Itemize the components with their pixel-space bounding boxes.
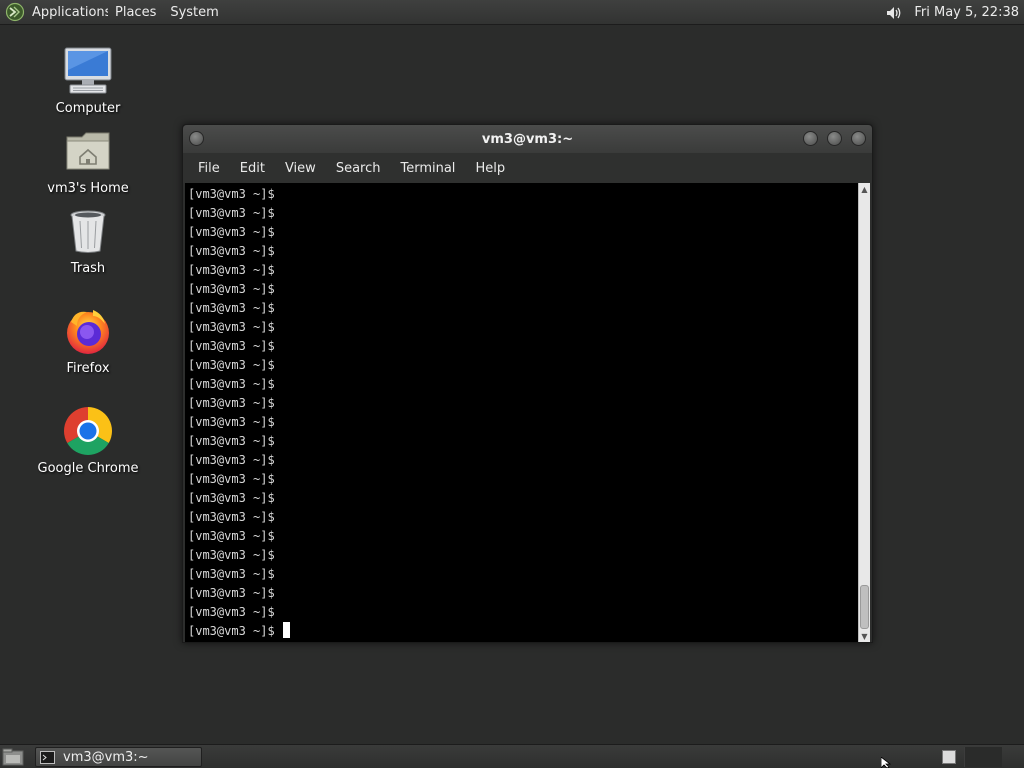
desktop-icon-label: Computer xyxy=(55,101,121,116)
home-folder-icon xyxy=(61,124,115,178)
terminal-prompt: [vm3@vm3 ~]$ xyxy=(188,624,275,638)
applications-menu[interactable]: Applications xyxy=(30,0,108,25)
window-title: vm3@vm3:~ xyxy=(481,131,574,147)
maximize-button[interactable] xyxy=(827,131,842,146)
terminal-line: [vm3@vm3 ~]$ xyxy=(188,605,275,619)
desktop-icon-label: Google Chrome xyxy=(37,461,139,476)
scroll-thumb[interactable] xyxy=(860,585,869,629)
desktop-icon-label: Trash xyxy=(70,261,106,276)
terminal-scrollbar[interactable]: ▲ ▼ xyxy=(858,183,870,642)
terminal-line: [vm3@vm3 ~]$ xyxy=(188,586,275,600)
desktop-icon-chrome[interactable]: Google Chrome xyxy=(28,404,148,476)
workspace-switcher-1[interactable] xyxy=(934,747,964,767)
desktop-icon-computer[interactable]: Computer xyxy=(28,44,148,116)
menu-file[interactable]: File xyxy=(188,161,230,176)
places-menu[interactable]: Places xyxy=(108,0,163,25)
computer-icon xyxy=(61,44,115,98)
terminal-window: vm3@vm3:~ File Edit View Search Terminal… xyxy=(182,124,873,643)
mouse-pointer-icon xyxy=(881,757,891,768)
menu-terminal[interactable]: Terminal xyxy=(390,161,465,176)
taskbar-button-label: vm3@vm3:~ xyxy=(63,749,149,765)
terminal-icon xyxy=(40,750,55,764)
menu-search[interactable]: Search xyxy=(326,161,391,176)
scroll-down-arrow-icon[interactable]: ▼ xyxy=(859,630,870,642)
terminal-line: [vm3@vm3 ~]$ xyxy=(188,225,275,239)
menu-view[interactable]: View xyxy=(275,161,326,176)
terminal-line: [vm3@vm3 ~]$ xyxy=(188,529,275,543)
terminal-line: [vm3@vm3 ~]$ xyxy=(188,434,275,448)
terminal-line: [vm3@vm3 ~]$ xyxy=(188,491,275,505)
chrome-icon xyxy=(61,404,115,458)
workspace-thumbnail xyxy=(942,750,956,764)
terminal-line: [vm3@vm3 ~]$ xyxy=(188,472,275,486)
terminal-menubar: File Edit View Search Terminal Help xyxy=(183,153,872,183)
terminal-line: [vm3@vm3 ~]$ xyxy=(188,415,275,429)
close-button[interactable] xyxy=(851,131,866,146)
terminal-line: [vm3@vm3 ~]$ xyxy=(188,453,275,467)
terminal-line: [vm3@vm3 ~]$ xyxy=(188,510,275,524)
desktop-icon-label: vm3's Home xyxy=(47,181,129,196)
scroll-up-arrow-icon[interactable]: ▲ xyxy=(859,183,870,195)
trash-icon xyxy=(61,204,115,258)
terminal-line: [vm3@vm3 ~]$ xyxy=(188,320,275,334)
desktop-icon-label: Firefox xyxy=(66,361,110,376)
text-cursor xyxy=(282,622,290,638)
menu-help[interactable]: Help xyxy=(465,161,515,176)
terminal-line: [vm3@vm3 ~]$ xyxy=(188,377,275,391)
desktop-icon-trash[interactable]: Trash xyxy=(28,204,148,276)
terminal-line: [vm3@vm3 ~]$ xyxy=(188,396,275,410)
show-desktop-icon[interactable] xyxy=(2,748,24,766)
top-panel: Applications Places System Fri May 5, 22… xyxy=(0,0,1024,25)
terminal-prompt-line[interactable]: [vm3@vm3 ~]$ xyxy=(188,622,861,641)
terminal-line: [vm3@vm3 ~]$ xyxy=(188,187,275,201)
workspace-switcher-2[interactable] xyxy=(964,747,1002,767)
terminal-line: [vm3@vm3 ~]$ xyxy=(188,206,275,220)
terminal-line: [vm3@vm3 ~]$ xyxy=(188,548,275,562)
terminal-line: [vm3@vm3 ~]$ xyxy=(188,263,275,277)
clock[interactable]: Fri May 5, 22:38 xyxy=(906,0,1024,25)
terminal-output[interactable]: [vm3@vm3 ~]$ [vm3@vm3 ~]$ [vm3@vm3 ~]$ [vm3… xyxy=(185,183,861,642)
terminal-line: [vm3@vm3 ~]$ xyxy=(188,244,275,258)
bottom-panel: vm3@vm3:~ xyxy=(0,744,1024,768)
volume-icon[interactable] xyxy=(882,0,906,25)
desktop-icon-firefox[interactable]: Firefox xyxy=(28,304,148,376)
mate-logo-icon[interactable] xyxy=(0,0,30,25)
desktop-icon-home[interactable]: vm3's Home xyxy=(28,124,148,196)
minimize-button[interactable] xyxy=(803,131,818,146)
firefox-icon xyxy=(61,304,115,358)
system-menu[interactable]: System xyxy=(163,0,225,25)
window-titlebar[interactable]: vm3@vm3:~ xyxy=(183,125,872,153)
terminal-line: [vm3@vm3 ~]$ xyxy=(188,282,275,296)
panel-tray: Fri May 5, 22:38 xyxy=(882,0,1024,25)
taskbar-terminal-button[interactable]: vm3@vm3:~ xyxy=(35,747,202,767)
menu-edit[interactable]: Edit xyxy=(230,161,275,176)
terminal-line: [vm3@vm3 ~]$ xyxy=(188,339,275,353)
terminal-line: [vm3@vm3 ~]$ xyxy=(188,567,275,581)
window-menu-icon[interactable] xyxy=(189,131,204,146)
terminal-line: [vm3@vm3 ~]$ xyxy=(188,358,275,372)
terminal-line: [vm3@vm3 ~]$ xyxy=(188,301,275,315)
